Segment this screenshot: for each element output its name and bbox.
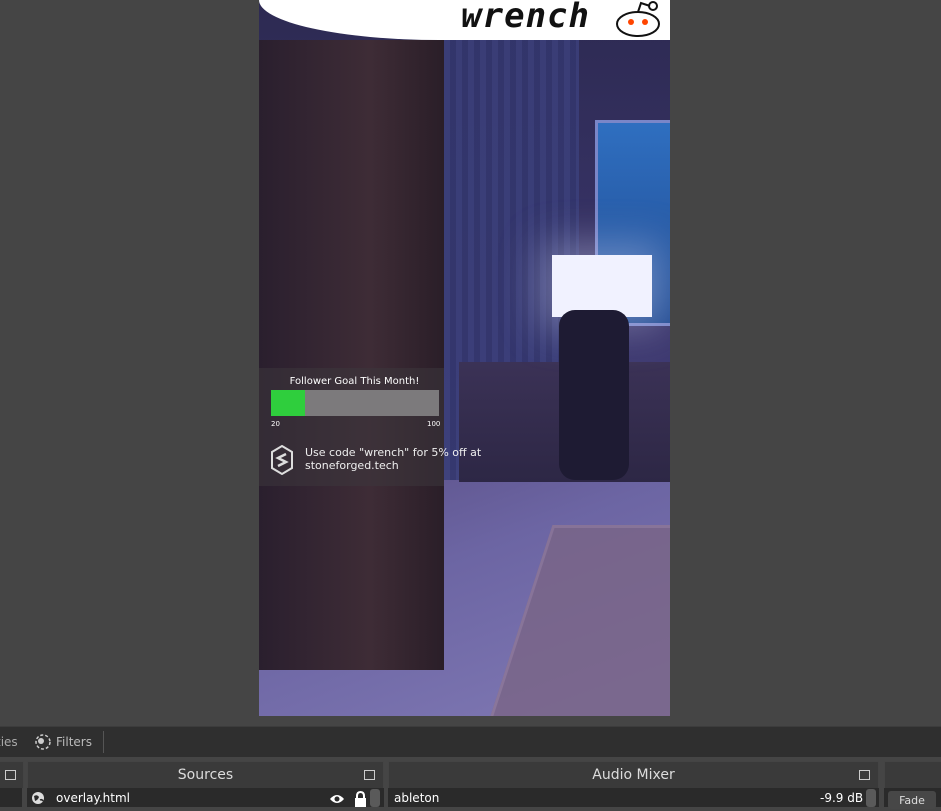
dock-float-icon[interactable]: [859, 770, 870, 780]
sources-scrollbar[interactable]: [370, 789, 380, 807]
goal-progress-fill: [271, 390, 305, 416]
goal-min: 20: [271, 420, 280, 428]
transitions-dock-header: [884, 761, 941, 789]
audio-mixer-body: [388, 788, 879, 807]
source-toolbar: ties Filters: [0, 726, 941, 757]
filters-icon: [35, 734, 51, 750]
visibility-eye-icon[interactable]: [329, 793, 345, 805]
goal-title: Follower Goal This Month!: [289, 376, 420, 387]
scene-monitor: [552, 255, 652, 317]
stoneforged-logo-icon: [271, 445, 293, 475]
scenes-dock-header: [0, 761, 24, 789]
sources-title: Sources: [177, 767, 234, 783]
scenes-dock-body: [0, 788, 22, 807]
audio-mixer-title: Audio Mixer: [592, 767, 675, 783]
filters-button[interactable]: Filters: [34, 733, 92, 751]
audio-mixer-dock-header: Audio Mixer: [388, 761, 879, 789]
goal-progress-bar: [271, 390, 439, 416]
dock-float-icon[interactable]: [364, 770, 375, 780]
preview-canvas[interactable]: wrench Follower Goal This Month! 20 100 …: [259, 0, 670, 716]
transition-select[interactable]: Fade: [888, 791, 936, 809]
filters-label: Filters: [56, 735, 92, 749]
scene-bookshelf: [259, 40, 444, 670]
mixer-channel-name: ableton: [394, 791, 440, 805]
banner-text: wrench: [461, 0, 590, 36]
overlay-banner: wrench: [259, 0, 670, 40]
scene-chair: [559, 310, 629, 480]
lock-icon[interactable]: [354, 791, 367, 807]
mixer-scrollbar[interactable]: [866, 789, 876, 807]
promo-text: Use code "wrench" for 5% off at stonefor…: [305, 446, 482, 472]
source-name: overlay.html: [56, 791, 130, 805]
reddit-alien-icon: [616, 1, 660, 37]
mixer-channel-level: -9.9 dB: [820, 791, 864, 805]
dock-float-icon[interactable]: [5, 770, 16, 780]
sources-dock-header: Sources: [27, 761, 384, 789]
goal-max: 100: [427, 420, 441, 428]
properties-button[interactable]: ties: [0, 735, 18, 749]
globe-icon: [32, 792, 44, 804]
toolbar-divider: [103, 731, 104, 753]
